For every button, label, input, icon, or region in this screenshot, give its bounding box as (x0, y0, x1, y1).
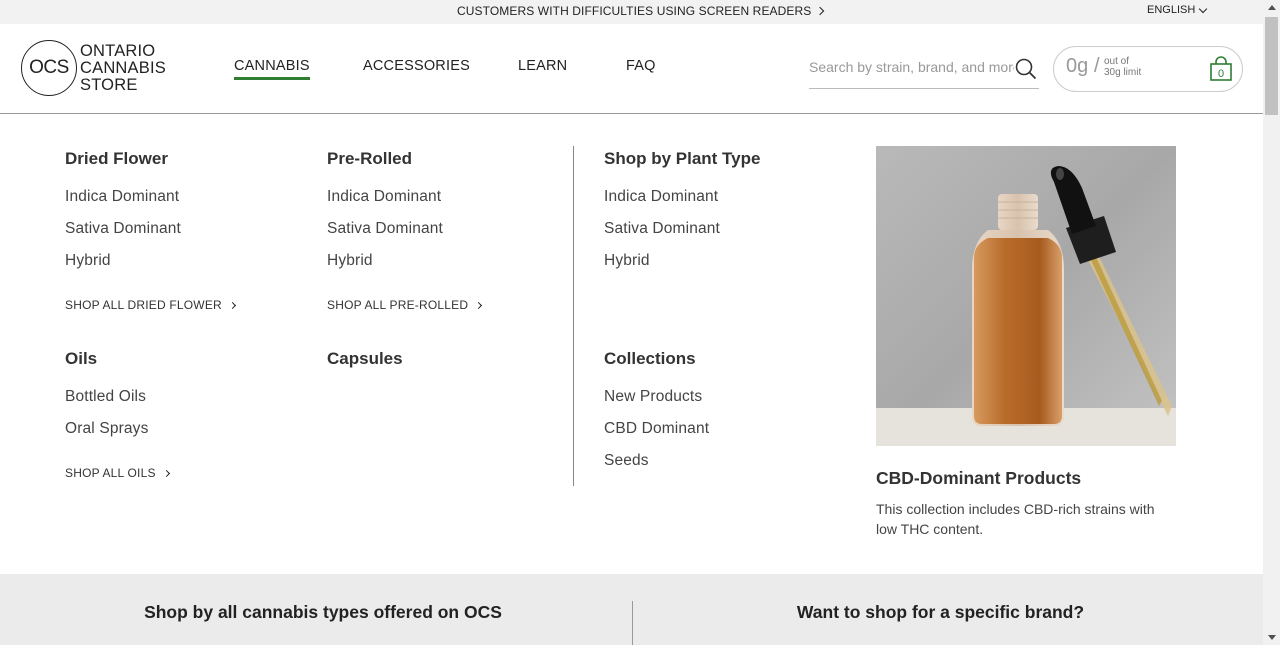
scroll-up-arrow-icon[interactable] (1268, 5, 1276, 10)
logo-circle: OCS (21, 40, 77, 96)
pre-rolled-sativa-link[interactable]: Sativa Dominant (327, 220, 443, 238)
oils-heading[interactable]: Oils (65, 349, 97, 369)
logo-abbr: OCS (29, 57, 69, 78)
screen-reader-help-label: CUSTOMERS WITH DIFFICULTIES USING SCREEN… (457, 4, 812, 18)
seeds-link[interactable]: Seeds (604, 452, 649, 470)
dried-flower-heading[interactable]: Dried Flower (65, 149, 168, 169)
shop-all-oils-label: SHOP ALL OILS (65, 466, 156, 480)
site-header: OCS ONTARIO CANNABIS STORE CANNABIS ACCE… (0, 24, 1263, 114)
screen-reader-help-link[interactable]: CUSTOMERS WITH DIFFICULTIES USING SCREEN… (457, 4, 825, 18)
chevron-right-icon (162, 469, 170, 477)
nav-cannabis[interactable]: CANNABIS (234, 58, 310, 80)
cart-grams: 0g (1066, 55, 1089, 77)
pre-rolled-indica-link[interactable]: Indica Dominant (327, 188, 441, 206)
shop-all-pre-rolled-label: SHOP ALL PRE-ROLLED (327, 298, 469, 312)
menu-divider (573, 146, 574, 486)
dried-flower-hybrid-link[interactable]: Hybrid (65, 252, 111, 270)
nav-learn[interactable]: LEARN (518, 58, 567, 74)
shop-brand-heading: Want to shop for a specific brand? (796, 602, 1085, 622)
logo-line-2: CANNABIS (80, 58, 166, 77)
chevron-right-icon (228, 301, 236, 309)
shop-all-oils-link[interactable]: SHOP ALL OILS (65, 466, 170, 480)
promo-title[interactable]: CBD-Dominant Products (876, 468, 1081, 489)
logo-line-1: ONTARIO (80, 41, 156, 60)
cbd-dominant-link[interactable]: CBD Dominant (604, 420, 709, 438)
cbd-oil-bottle-image[interactable] (876, 146, 1176, 446)
capsules-heading[interactable]: Capsules (327, 349, 403, 369)
language-selector[interactable]: ENGLISH (1147, 4, 1208, 16)
cart-limit-line-1: out of (1104, 56, 1130, 67)
chevron-right-icon (816, 6, 825, 16)
bottled-oils-link[interactable]: Bottled Oils (65, 388, 146, 406)
shop-all-pre-rolled-link[interactable]: SHOP ALL PRE-ROLLED (327, 298, 483, 312)
cart-limit-text: out of 30g limit (1104, 56, 1141, 78)
plant-type-sativa-link[interactable]: Sativa Dominant (604, 220, 720, 238)
shopping-bag-icon: 0 (1209, 56, 1233, 87)
chevron-down-icon (1199, 4, 1208, 13)
cannabis-mega-menu: Dried Flower Indica Dominant Sativa Domi… (0, 114, 1263, 574)
cart-slash: / (1094, 55, 1100, 77)
nav-faq[interactable]: FAQ (626, 58, 656, 74)
top-banner: CUSTOMERS WITH DIFFICULTIES USING SCREEN… (0, 0, 1263, 24)
dried-flower-indica-link[interactable]: Indica Dominant (65, 188, 179, 206)
new-products-link[interactable]: New Products (604, 388, 702, 406)
pre-rolled-heading[interactable]: Pre-Rolled (327, 149, 412, 169)
oral-sprays-link[interactable]: Oral Sprays (65, 420, 148, 438)
search-icon[interactable] (1015, 58, 1037, 85)
scrollbar-thumb[interactable] (1265, 17, 1278, 115)
promo-description: This collection includes CBD-rich strain… (876, 501, 1155, 537)
collections-heading: Collections (604, 349, 696, 368)
shop-all-dried-flower-label: SHOP ALL DRIED FLOWER (65, 298, 222, 312)
logo-line-3: STORE (80, 75, 138, 94)
cart-button[interactable]: 0g / out of 30g limit 0 (1053, 46, 1243, 92)
pre-rolled-hybrid-link[interactable]: Hybrid (327, 252, 373, 270)
ocs-logo[interactable]: OCS ONTARIO CANNABIS STORE (21, 40, 166, 96)
logo-wordmark: ONTARIO CANNABIS STORE (80, 41, 166, 94)
page-scrollbar[interactable] (1263, 0, 1280, 645)
plant-type-heading: Shop by Plant Type (604, 149, 761, 168)
plant-type-hybrid-link[interactable]: Hybrid (604, 252, 650, 270)
scroll-down-arrow-icon[interactable] (1268, 635, 1276, 640)
dried-flower-sativa-link[interactable]: Sativa Dominant (65, 220, 181, 238)
shop-band: Shop by all cannabis types offered on OC… (0, 574, 1263, 645)
search-input[interactable] (809, 58, 1014, 75)
cart-limit-line-2: 30g limit (1104, 67, 1142, 78)
cart-count: 0 (1218, 68, 1224, 80)
shop-all-types-heading: Shop by all cannabis types offered on OC… (144, 602, 502, 622)
language-label: ENGLISH (1147, 4, 1196, 16)
plant-type-indica-link[interactable]: Indica Dominant (604, 188, 718, 206)
shop-all-dried-flower-link[interactable]: SHOP ALL DRIED FLOWER (65, 298, 236, 312)
chevron-right-icon (475, 301, 483, 309)
nav-accessories[interactable]: ACCESSORIES (363, 58, 470, 74)
search-bar (809, 58, 1039, 89)
